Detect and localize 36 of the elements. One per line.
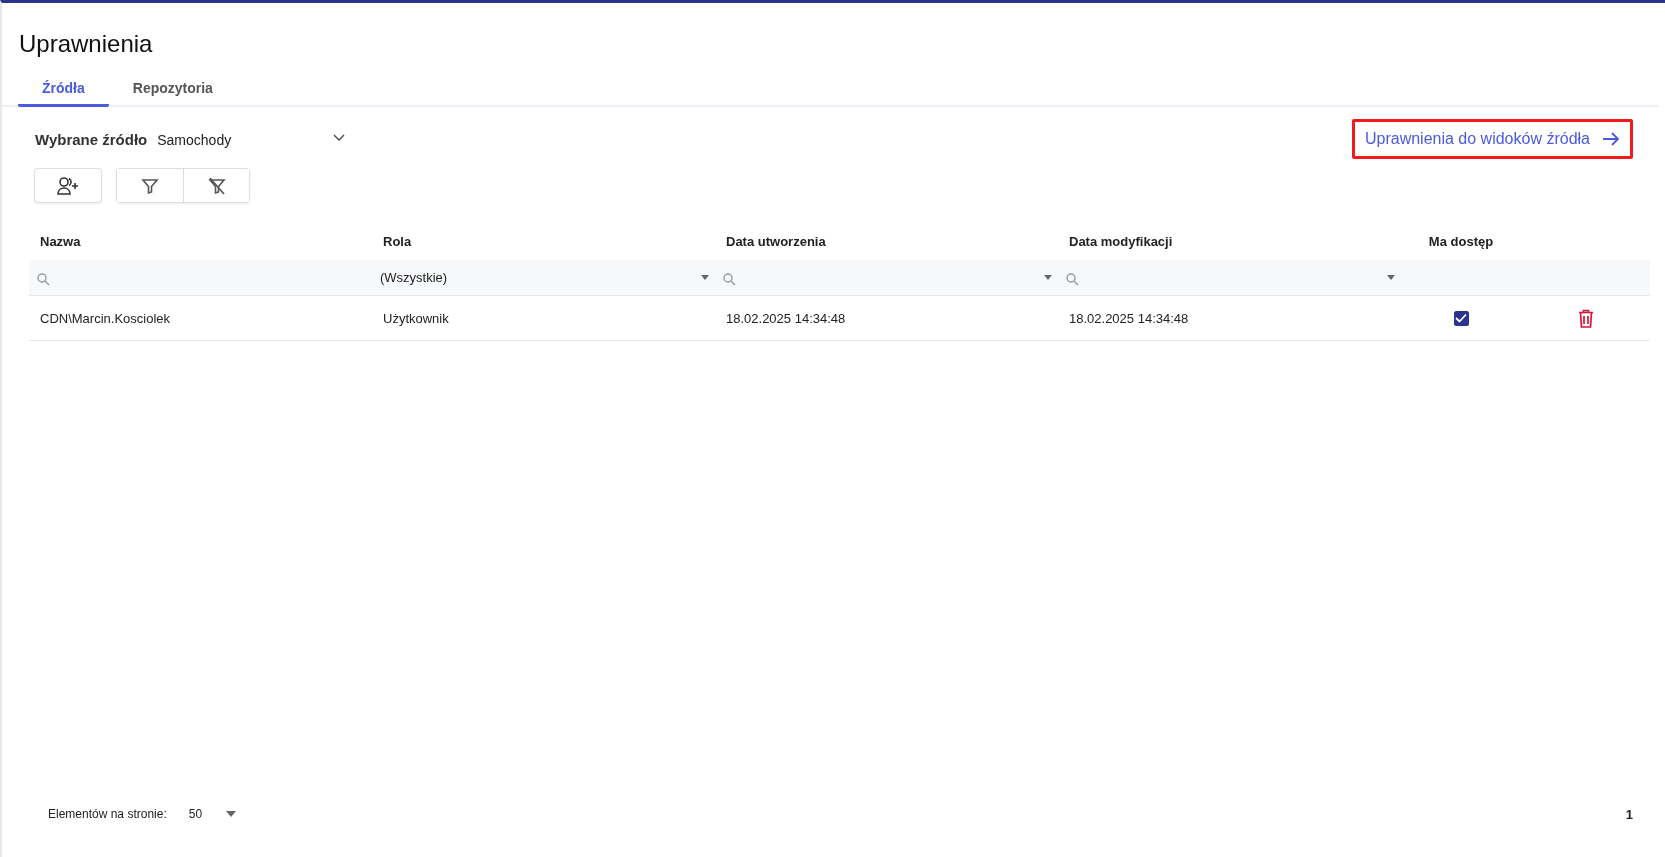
search-icon [723, 273, 736, 286]
source-dropdown[interactable]: Samochody [157, 131, 346, 148]
page-size-dropdown[interactable]: 50 [188, 807, 237, 821]
add-user-button[interactable] [35, 169, 101, 202]
table-cell-text: CDN\Marcin.Kosciolek [39, 310, 172, 326]
arrow-right-icon [1602, 131, 1620, 147]
page-title: Uprawnienia [19, 30, 154, 58]
caret-icon[interactable] [1044, 275, 1052, 280]
page-size-label: Elementów na stronie: [48, 807, 167, 821]
table-cell-text: Użytkownik [382, 310, 450, 326]
table-cell-text: 18.02.2025 14:34:48 [1068, 310, 1190, 326]
caret-icon [226, 811, 237, 817]
filter-button[interactable] [117, 169, 183, 202]
add-user-icon [57, 175, 79, 196]
caret-icon [701, 275, 709, 280]
search-icon [1066, 273, 1079, 286]
table-cell-text: 18.02.2025 14:34:48 [725, 310, 847, 326]
filter-icon [141, 176, 159, 195]
clear-filter-button[interactable] [183, 169, 249, 202]
source-views-link[interactable]: Uprawnienia do widoków źródła [1357, 124, 1628, 154]
tab[interactable]: Źródła [18, 72, 109, 107]
role-filter-dropdown[interactable]: (Wszystkie) [378, 263, 715, 292]
column-header[interactable]: Ma dostęp [1401, 233, 1521, 249]
chevron-icon [333, 133, 346, 142]
search-icon [37, 273, 50, 286]
column-header[interactable]: Nazwa [29, 233, 372, 249]
source-label: Wybrane źródło [35, 130, 148, 148]
tab[interactable]: Repozytoria [108, 72, 237, 107]
column-header[interactable]: Data utworzenia [715, 233, 1058, 249]
column-header[interactable]: Rola [372, 233, 715, 249]
clear-filter-icon [207, 176, 226, 195]
page-number[interactable]: 1 [1625, 806, 1633, 822]
delete-icon[interactable] [1577, 308, 1594, 328]
access-checkbox[interactable] [1453, 310, 1469, 326]
caret-icon[interactable] [1387, 275, 1395, 280]
column-header[interactable]: Data modyfikacji [1058, 233, 1401, 249]
